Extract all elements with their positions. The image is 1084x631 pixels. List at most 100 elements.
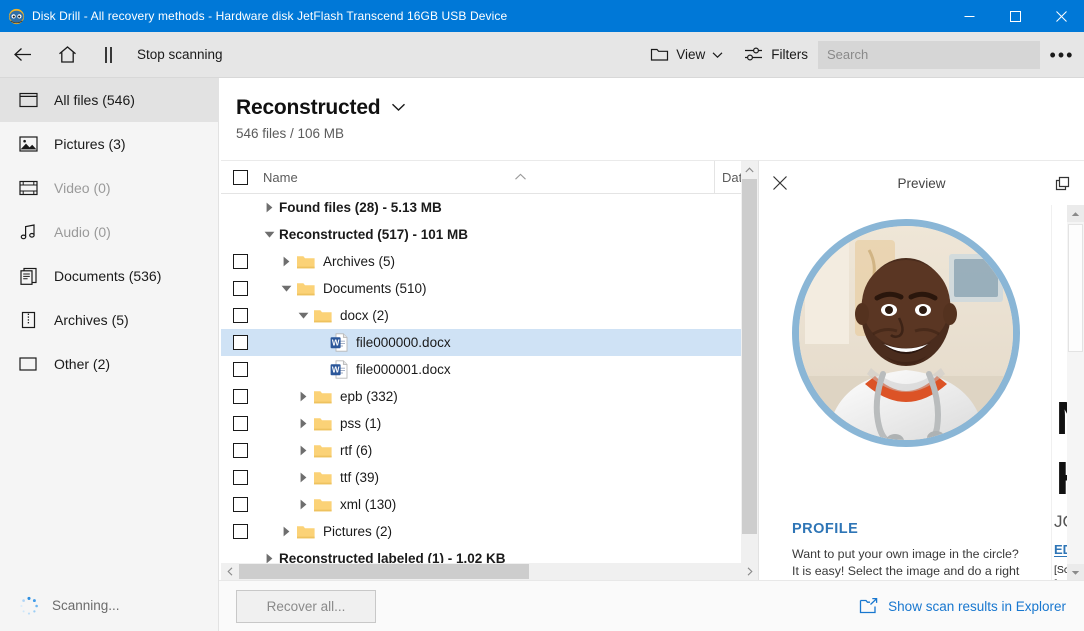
- filters-button[interactable]: Filters: [733, 32, 818, 78]
- more-options-button[interactable]: •••: [1040, 32, 1084, 78]
- row-checkbox[interactable]: [221, 308, 259, 323]
- row-checkbox[interactable]: [221, 335, 259, 350]
- table-row[interactable]: pss (1): [221, 410, 758, 437]
- preview-document-page[interactable]: PROFILE Want to put your own image in th…: [759, 205, 1051, 581]
- table-row[interactable]: Reconstructed (517) - 101 MB: [221, 221, 758, 248]
- row-checkbox[interactable]: [221, 443, 259, 458]
- table-row[interactable]: Documents (510): [221, 275, 758, 302]
- tree-twisty-collapsed-icon[interactable]: [293, 418, 313, 429]
- row-label: Reconstructed (517) - 101 MB: [279, 227, 468, 242]
- row-checkbox[interactable]: [221, 362, 259, 377]
- folder-icon: [650, 45, 669, 64]
- tree-twisty-expanded-icon[interactable]: [293, 311, 313, 320]
- row-label: Documents (510): [323, 281, 427, 296]
- row-checkbox[interactable]: [221, 470, 259, 485]
- pause-button[interactable]: [90, 32, 127, 78]
- row-checkbox[interactable]: [221, 281, 259, 296]
- preview-vertical-scrollbar[interactable]: [1067, 205, 1084, 581]
- tree-twisty-collapsed-icon[interactable]: [259, 202, 279, 213]
- page-title: Reconstructed: [236, 96, 380, 120]
- table-row[interactable]: Pictures (2): [221, 518, 758, 545]
- sidebar-item-video[interactable]: Video (0): [0, 166, 218, 210]
- scrollbar-thumb[interactable]: [742, 179, 757, 534]
- row-checkbox[interactable]: [221, 254, 259, 269]
- sidebar-item-label: Audio (0): [54, 224, 111, 240]
- table-row[interactable]: Wfile000001.docx: [221, 356, 758, 383]
- row-label: docx (2): [340, 308, 389, 323]
- tree-twisty-expanded-icon[interactable]: [276, 284, 296, 293]
- doctor-portrait-photo: [792, 219, 1020, 447]
- tree-twisty-collapsed-icon[interactable]: [293, 391, 313, 402]
- tree-twisty-collapsed-icon[interactable]: [293, 472, 313, 483]
- open-in-new-window-icon[interactable]: [1051, 172, 1073, 194]
- file-list-rows: Found files (28) - 5.13 MB Reconstructed …: [221, 194, 758, 580]
- toolbar: Stop scanning View Filters •••: [0, 32, 1084, 78]
- scroll-left-arrow-icon[interactable]: [221, 563, 238, 580]
- table-row[interactable]: xml (130): [221, 491, 758, 518]
- file-list-horizontal-scrollbar[interactable]: [221, 563, 758, 580]
- tree-twisty-collapsed-icon[interactable]: [293, 445, 313, 456]
- show-in-explorer-link[interactable]: Show scan results in Explorer: [859, 597, 1066, 616]
- scrollbar-thumb[interactable]: [1068, 224, 1083, 352]
- docx-file-icon: W: [330, 360, 348, 379]
- view-button[interactable]: View: [640, 32, 733, 78]
- preview-title: Preview: [759, 176, 1084, 191]
- table-row[interactable]: Found files (28) - 5.13 MB: [221, 194, 758, 221]
- tree-twisty-collapsed-icon[interactable]: [293, 499, 313, 510]
- table-row[interactable]: ttf (39): [221, 464, 758, 491]
- table-row[interactable]: Wfile000000.docx: [221, 329, 758, 356]
- other-icon: [18, 353, 40, 375]
- maximize-button[interactable]: [992, 0, 1038, 32]
- scroll-down-arrow-icon[interactable]: [1067, 564, 1084, 581]
- tree-twisty-expanded-icon[interactable]: [259, 230, 279, 239]
- sidebar-item-all-files[interactable]: All files (546): [0, 78, 218, 122]
- column-header-name-label: Name: [263, 170, 298, 185]
- chevron-down-icon[interactable]: [391, 99, 406, 117]
- row-label: Found files (28) - 5.13 MB: [279, 200, 442, 215]
- sidebar-item-audio[interactable]: Audio (0): [0, 210, 218, 254]
- tree-twisty-collapsed-icon[interactable]: [276, 256, 296, 267]
- sidebar-item-pictures[interactable]: Pictures (3): [0, 122, 218, 166]
- file-list: Name Date Found files (28) - 5.13 MBReco…: [221, 160, 758, 580]
- scroll-up-arrow-icon[interactable]: [741, 161, 758, 178]
- checkbox-box: [233, 524, 248, 539]
- row-checkbox[interactable]: [221, 497, 259, 512]
- sidebar-item-other[interactable]: Other (2): [0, 342, 218, 386]
- sidebar-item-documents[interactable]: Documents (536): [0, 254, 218, 298]
- search-input[interactable]: [818, 41, 1040, 69]
- scrollbar-thumb[interactable]: [239, 564, 529, 579]
- disk-drill-icon: [0, 0, 32, 32]
- archives-icon: [18, 309, 40, 331]
- content-header: Reconstructed 546 files / 106 MB: [219, 78, 1084, 160]
- close-button[interactable]: [1038, 0, 1084, 32]
- file-list-vertical-scrollbar[interactable]: [741, 161, 758, 580]
- table-row[interactable]: rtf (6): [221, 437, 758, 464]
- table-row[interactable]: epb (332): [221, 383, 758, 410]
- row-checkbox[interactable]: [221, 416, 259, 431]
- row-label: rtf (6): [340, 443, 372, 458]
- home-button[interactable]: [45, 32, 90, 78]
- minimize-button[interactable]: [946, 0, 992, 32]
- table-row[interactable]: Archives (5): [221, 248, 758, 275]
- row-checkbox[interactable]: [221, 524, 259, 539]
- sidebar-item-archives[interactable]: Archives (5): [0, 298, 218, 342]
- back-button[interactable]: [0, 32, 45, 78]
- scroll-up-arrow-icon[interactable]: [1067, 205, 1084, 222]
- filters-label: Filters: [771, 47, 808, 62]
- select-all-checkbox[interactable]: [221, 170, 259, 185]
- tree-twisty-collapsed-icon[interactable]: [276, 526, 296, 537]
- scan-status-label: Scanning...: [52, 598, 120, 613]
- checkbox-box: [233, 470, 248, 485]
- sidebar-item-label: Documents (536): [54, 268, 161, 284]
- content-title-row[interactable]: Reconstructed: [219, 78, 1084, 120]
- row-checkbox[interactable]: [221, 389, 259, 404]
- column-header-name[interactable]: Name: [259, 170, 714, 185]
- sort-ascending-icon: [514, 173, 527, 184]
- table-row[interactable]: docx (2): [221, 302, 758, 329]
- recover-all-button[interactable]: Recover all...: [236, 590, 376, 623]
- stop-scanning-button[interactable]: Stop scanning: [127, 32, 233, 78]
- bottom-bar: Recover all... Show scan results in Expl…: [219, 580, 1084, 631]
- scroll-right-arrow-icon[interactable]: [741, 563, 758, 580]
- close-icon[interactable]: [769, 172, 791, 194]
- checkbox-box: [233, 443, 248, 458]
